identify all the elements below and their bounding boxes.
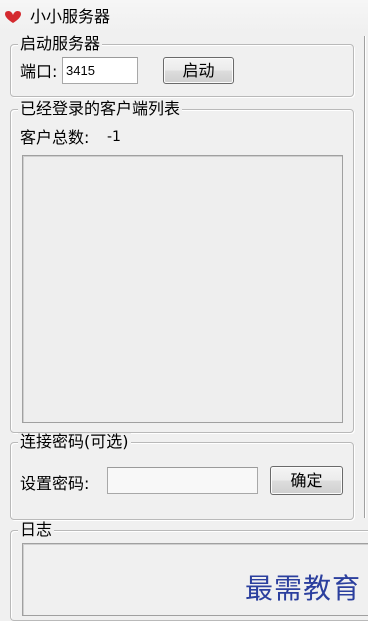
app-heart-icon[interactable] [4, 10, 22, 24]
port-input[interactable] [62, 57, 138, 84]
watermark-text: 最需教育 [245, 572, 362, 605]
start-server-legend: 启动服务器 [18, 34, 103, 53]
client-count-value: -1 [107, 129, 121, 145]
heart-icon-graphic [5, 11, 21, 23]
client-list-group: 已经登录的客户端列表 客户总数: -1 [10, 100, 354, 433]
log-legend: 日志 [18, 520, 55, 539]
server-window: 小小服务器 启动服务器 端口: 启动 已经登录的客户端列表 客户总数: -1 连… [0, 0, 368, 621]
window-title: 小小服务器 [30, 7, 111, 26]
title-bar[interactable]: 小小服务器 [0, 0, 368, 32]
password-legend: 连接密码(可选) [18, 432, 131, 451]
client-count-label: 客户总数: [20, 128, 90, 147]
port-label: 端口: [20, 62, 58, 81]
start-server-group: 启动服务器 端口: 启动 [10, 35, 354, 97]
start-button[interactable]: 启动 [163, 57, 234, 84]
password-group: 连接密码(可选) 设置密码: 确定 [10, 433, 354, 520]
client-list-legend: 已经登录的客户端列表 [18, 99, 183, 118]
password-input[interactable] [107, 467, 258, 494]
confirm-button[interactable]: 确定 [270, 466, 343, 495]
window-edge-divider [364, 36, 365, 518]
password-label: 设置密码: [20, 474, 90, 493]
client-listbox[interactable] [22, 155, 343, 423]
